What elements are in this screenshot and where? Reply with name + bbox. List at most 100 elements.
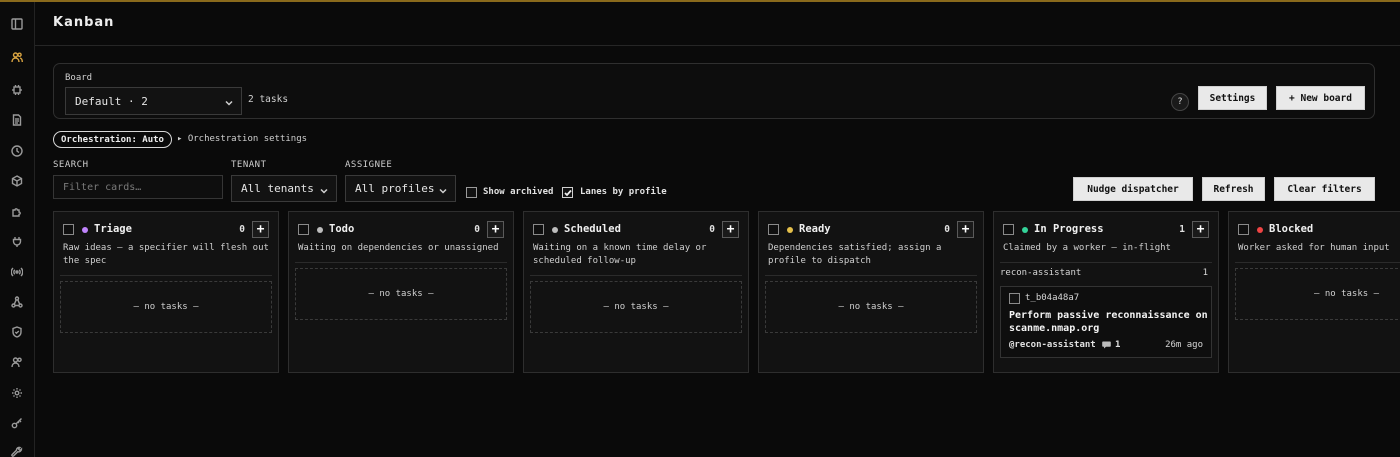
column-select-checkbox[interactable] [768, 224, 779, 235]
profile-lane-header: recon-assistant 1 [1000, 268, 1208, 278]
column-blocked: Blocked Worker asked for human input — n… [1228, 211, 1400, 373]
empty-state: — no tasks — [530, 281, 742, 333]
orchestration-mode-pill[interactable]: Orchestration: Auto [53, 131, 172, 148]
column-description: Dependencies satisfied; assign a profile… [768, 243, 942, 266]
chevron-down-icon [439, 185, 447, 194]
lanes-by-profile-label: Lanes by profile [580, 187, 667, 197]
column-title: Blocked [1269, 223, 1314, 235]
column-description: Waiting on a known time delay or schedul… [533, 243, 707, 266]
chip-icon[interactable] [7, 80, 27, 100]
new-board-button[interactable]: + New board [1276, 86, 1365, 110]
chevron-down-icon [320, 185, 328, 194]
lanes-by-profile-checkbox[interactable] [562, 187, 573, 198]
column-triage: Triage 0 + Raw ideas — a specifier will … [53, 211, 279, 373]
column-description: Claimed by a worker — in-flight [1003, 243, 1171, 253]
column-divider [1000, 262, 1212, 263]
people-icon[interactable] [7, 352, 27, 372]
refresh-button[interactable]: Refresh [1202, 177, 1265, 201]
show-archived-checkbox[interactable] [466, 187, 477, 198]
empty-state: — no tasks — [60, 281, 272, 333]
column-description: Worker asked for human input [1238, 243, 1390, 253]
puzzle-icon[interactable] [7, 202, 27, 222]
add-task-button[interactable]: + [722, 221, 739, 238]
show-archived-label: Show archived [483, 187, 554, 197]
help-button[interactable]: ? [1171, 93, 1189, 111]
orchestration-settings-link[interactable]: ▸ Orchestration settings [177, 134, 307, 144]
tenant-select-value: All tenants [241, 182, 314, 195]
chevron-down-icon [225, 97, 233, 106]
column-select-checkbox[interactable] [298, 224, 309, 235]
column-count: 1 [1179, 224, 1185, 235]
column-count: 0 [474, 224, 480, 235]
add-task-button[interactable]: + [1192, 221, 1209, 238]
card-comments: 1 [1102, 340, 1120, 350]
page-title: Kanban [53, 15, 115, 30]
board-label: Board [65, 73, 93, 83]
lane-name: recon-assistant [1000, 268, 1082, 278]
network-icon[interactable] [7, 292, 27, 312]
assignee-select[interactable]: All profiles [345, 175, 456, 202]
column-title: Ready [799, 223, 831, 235]
card-timestamp: 26m ago [1165, 340, 1203, 350]
empty-state: — no tasks — [765, 281, 977, 333]
board-select[interactable]: Default · 2 [65, 87, 242, 115]
clock-icon[interactable] [7, 141, 27, 161]
column-title: Triage [94, 223, 132, 235]
card-id: t_b04a48a7 [1025, 293, 1080, 303]
column-title: In Progress [1034, 223, 1104, 235]
column-in-progress: In Progress 1 + Claimed by a worker — in… [993, 211, 1219, 373]
column-scheduled: Scheduled 0 + Waiting on a known time de… [523, 211, 749, 373]
status-dot [1022, 227, 1028, 233]
tenant-select[interactable]: All tenants [231, 175, 337, 202]
board-select-value: Default · 2 [75, 94, 148, 108]
clear-filters-button[interactable]: Clear filters [1274, 177, 1375, 201]
column-select-checkbox[interactable] [533, 224, 544, 235]
users-icon[interactable] [7, 47, 27, 67]
card-assignee: @recon-assistant [1009, 340, 1096, 350]
column-divider [1235, 262, 1400, 263]
add-task-button[interactable]: + [957, 221, 974, 238]
column-count: 0 [709, 224, 715, 235]
shield-icon[interactable] [7, 322, 27, 342]
add-task-button[interactable]: + [487, 221, 504, 238]
cube-icon[interactable] [7, 171, 27, 191]
board-panel: Board Default · 2 2 tasks ? Settings + N… [53, 63, 1375, 119]
status-dot [317, 227, 323, 233]
status-dot [787, 227, 793, 233]
document-icon[interactable] [7, 110, 27, 130]
column-title: Todo [329, 223, 355, 235]
column-select-checkbox[interactable] [1238, 224, 1249, 235]
status-dot [82, 227, 88, 233]
column-select-checkbox[interactable] [63, 224, 74, 235]
column-description: Waiting on dependencies or unassigned [298, 243, 499, 253]
column-select-checkbox[interactable] [1003, 224, 1014, 235]
comment-icon [1102, 341, 1111, 349]
add-task-button[interactable]: + [252, 221, 269, 238]
gear-icon[interactable] [7, 383, 27, 403]
nudge-dispatcher-button[interactable]: Nudge dispatcher [1073, 177, 1193, 201]
task-count: 2 tasks [248, 94, 289, 105]
empty-state: — no tasks — [1235, 268, 1400, 320]
panel-icon[interactable] [7, 14, 27, 34]
settings-button[interactable]: Settings [1198, 86, 1267, 110]
broadcast-icon[interactable] [7, 262, 27, 282]
task-card[interactable]: t_b04a48a7 Perform passive reconnaissanc… [1000, 286, 1212, 358]
key-icon[interactable] [7, 413, 27, 433]
column-divider [765, 275, 977, 276]
column-ready: Ready 0 + Dependencies satisfied; assign… [758, 211, 984, 373]
comment-count: 1 [1115, 340, 1121, 350]
column-divider [60, 275, 272, 276]
status-dot [552, 227, 558, 233]
assignee-label: ASSIGNEE [345, 160, 393, 170]
card-select-checkbox[interactable] [1009, 293, 1020, 304]
column-divider [295, 262, 507, 263]
search-input[interactable] [53, 175, 223, 199]
assignee-select-value: All profiles [355, 182, 435, 195]
search-label: SEARCH [53, 160, 89, 170]
wrench-icon[interactable] [7, 442, 27, 457]
status-dot [1257, 227, 1263, 233]
card-title: Perform passive reconnaissance on scanme… [1009, 310, 1208, 334]
column-title: Scheduled [564, 223, 621, 235]
column-count: 0 [239, 224, 245, 235]
plug-icon[interactable] [7, 232, 27, 252]
